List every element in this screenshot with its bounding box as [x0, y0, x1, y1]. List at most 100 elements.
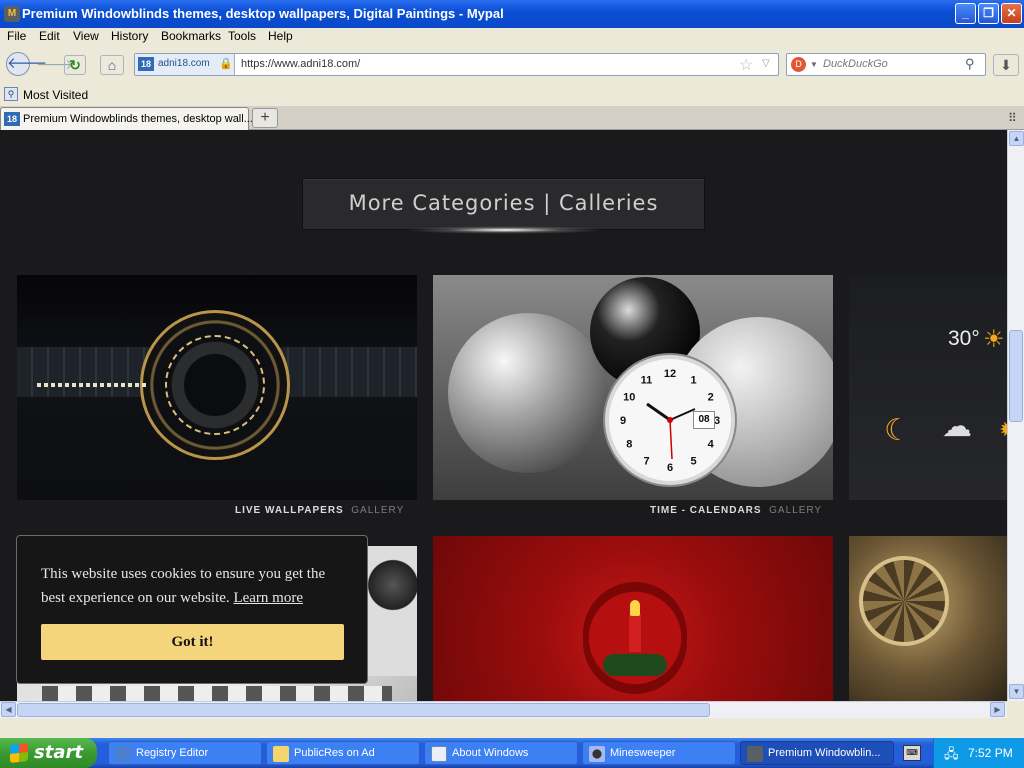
categories-heading: More Categories | Calleries — [302, 178, 705, 230]
hud-dash-line — [37, 383, 147, 387]
clock-numeral: 9 — [620, 415, 626, 427]
categories-heading-text: More Categories | Calleries — [348, 191, 659, 215]
folder-icon — [273, 746, 289, 762]
most-visited-bookmark[interactable]: Most Visited — [23, 88, 88, 102]
close-button[interactable]: ✕ — [1001, 3, 1022, 24]
site-identity[interactable]: 18 adni18.com 🔒 — [135, 54, 235, 75]
taskbar-item-premium-windowblinds[interactable]: Premium Windowblin... — [740, 741, 894, 765]
bookmarks-toolbar: ⚲ Most Visited — [0, 84, 1024, 106]
new-tab-button[interactable]: + — [252, 108, 278, 128]
reload-button[interactable]: ↻ — [64, 55, 86, 75]
clock-numeral: 5 — [690, 456, 696, 468]
url-bar[interactable]: 18 adni18.com 🔒 https://www.adni18.com/ … — [134, 53, 779, 76]
menu-file[interactable]: File — [7, 29, 26, 43]
vertical-scrollbar[interactable]: ▲ ▼ — [1007, 130, 1024, 701]
favicon-icon: 18 — [138, 57, 154, 71]
tab-list-icon[interactable]: ⠿ — [1008, 111, 1017, 125]
clock-hour-hand — [646, 402, 671, 422]
tab-active[interactable]: 18 Premium Windowblinds themes, desktop … — [0, 107, 253, 130]
steampunk-gear — [859, 556, 949, 646]
got-it-button[interactable]: Got it! — [41, 624, 344, 660]
url-text[interactable]: https://www.adni18.com/ — [241, 58, 360, 70]
maximize-button[interactable]: ❐ — [978, 3, 999, 24]
window-title-bar[interactable]: M Premium Windowblinds themes, desktop w… — [0, 0, 1024, 28]
url-dropdown-icon[interactable]: ▽ — [762, 58, 770, 69]
weather-temperature: 30° — [948, 327, 980, 350]
sun-partial-icon: ✹ — [999, 417, 1007, 443]
clock-numeral: 7 — [643, 456, 649, 468]
clock-face: 12 1 2 3 4 5 6 7 8 9 10 11 08 — [605, 355, 735, 485]
menu-view[interactable]: View — [73, 29, 99, 43]
scroll-corner — [1007, 701, 1024, 718]
icons-row — [42, 686, 392, 701]
duckduckgo-icon[interactable]: D — [791, 57, 806, 72]
tile-live-wallpapers[interactable] — [17, 275, 417, 500]
system-tray: 🖧 7:52 PM — [933, 738, 1024, 768]
moon-icon: ☾ — [884, 414, 911, 447]
search-placeholder: DuckDuckGo — [823, 58, 888, 70]
taskbar-item-minesweeper[interactable]: Minesweeper — [582, 741, 736, 765]
scroll-left-button[interactable]: ◀ — [1, 702, 16, 717]
minimize-button[interactable]: _ — [955, 3, 976, 24]
clock-numeral: 6 — [667, 462, 673, 474]
search-engine-dropdown-icon[interactable]: ▼ — [810, 60, 818, 69]
status-bar — [0, 718, 1024, 738]
site-id-label: adni18.com — [158, 58, 210, 69]
network-icon[interactable]: 🖧 — [944, 745, 959, 767]
search-icon[interactable]: ⚲ — [965, 56, 975, 72]
tile-steampunk[interactable] — [849, 536, 1007, 701]
caption-live-wallpapers[interactable]: LIVE WALLPAPERS GALLERY — [235, 505, 404, 516]
horizontal-scrollbar[interactable]: ◀ ▶ — [0, 701, 1007, 718]
glass-sphere — [448, 313, 608, 473]
back-button[interactable]: 🡐 — [6, 52, 47, 76]
menu-history[interactable]: History — [111, 29, 148, 43]
clock-second-hand — [669, 419, 673, 460]
browser-app-icon: M — [4, 6, 20, 22]
registry-icon — [115, 746, 131, 762]
tile-weather[interactable]: 30° ☀ ☾ ☁ ✹ — [849, 275, 1007, 500]
sun-icon: ☀ — [983, 326, 1005, 353]
menu-edit[interactable]: Edit — [39, 29, 60, 43]
tab-favicon-icon: 18 — [4, 112, 20, 126]
horizontal-scroll-thumb[interactable] — [17, 703, 710, 717]
search-bar[interactable]: D ▼ DuckDuckGo ⚲ — [786, 53, 986, 76]
clock-numeral: 2 — [708, 392, 714, 404]
tab-label: Premium Windowblinds themes, desktop wal… — [23, 113, 253, 125]
tile-time-calendars[interactable]: 12 1 2 3 4 5 6 7 8 9 10 11 08 — [433, 275, 833, 500]
scroll-right-button[interactable]: ▶ — [990, 702, 1005, 717]
clock-date-window: 08 — [693, 411, 715, 429]
menu-bookmarks[interactable]: Bookmarks — [161, 29, 221, 43]
candle-flame — [630, 600, 640, 616]
window-title: Premium Windowblinds themes, desktop wal… — [22, 6, 504, 21]
start-button[interactable]: start — [0, 738, 97, 768]
windows-logo-icon — [10, 743, 28, 763]
cookie-banner: This website uses cookies to ensure you … — [16, 535, 368, 684]
taskbar-item-publicres[interactable]: PublicRes on Ad — [266, 741, 420, 765]
mine-icon — [589, 746, 605, 762]
home-button[interactable]: ⌂ — [100, 55, 124, 75]
clock-numeral: 8 — [626, 439, 632, 451]
clock-numeral: 11 — [641, 374, 653, 386]
tile-christmas[interactable] — [433, 536, 833, 701]
download-icon[interactable]: ⬇ — [993, 54, 1019, 76]
hud-inner-ring — [165, 335, 265, 435]
keyboard-icon[interactable]: ⌨ — [903, 745, 921, 761]
bookmark-star-icon[interactable]: ☆ — [739, 55, 753, 75]
caption-time-calendars[interactable]: TIME - CALENDARS GALLERY — [650, 505, 822, 516]
taskbar-item-registry-editor[interactable]: Registry Editor — [108, 741, 262, 765]
wreath — [603, 654, 667, 676]
cookie-message: This website uses cookies to ensure you … — [41, 562, 351, 610]
learn-more-link[interactable]: Learn more — [233, 590, 303, 606]
lock-icon: 🔒 — [219, 58, 233, 70]
menu-tools[interactable]: Tools — [228, 29, 256, 43]
bookmark-folder-icon: ⚲ — [4, 87, 18, 101]
scroll-down-button[interactable]: ▼ — [1009, 684, 1024, 699]
clock-minute-hand — [669, 408, 696, 421]
browser-icon — [747, 746, 763, 762]
vertical-scroll-thumb[interactable] — [1009, 330, 1023, 422]
tray-clock[interactable]: 7:52 PM — [968, 746, 1013, 760]
menu-help[interactable]: Help — [268, 29, 293, 43]
scroll-up-button[interactable]: ▲ — [1009, 131, 1024, 146]
taskbar-item-about-windows[interactable]: About Windows — [424, 741, 578, 765]
clock-numeral: 4 — [708, 439, 715, 451]
